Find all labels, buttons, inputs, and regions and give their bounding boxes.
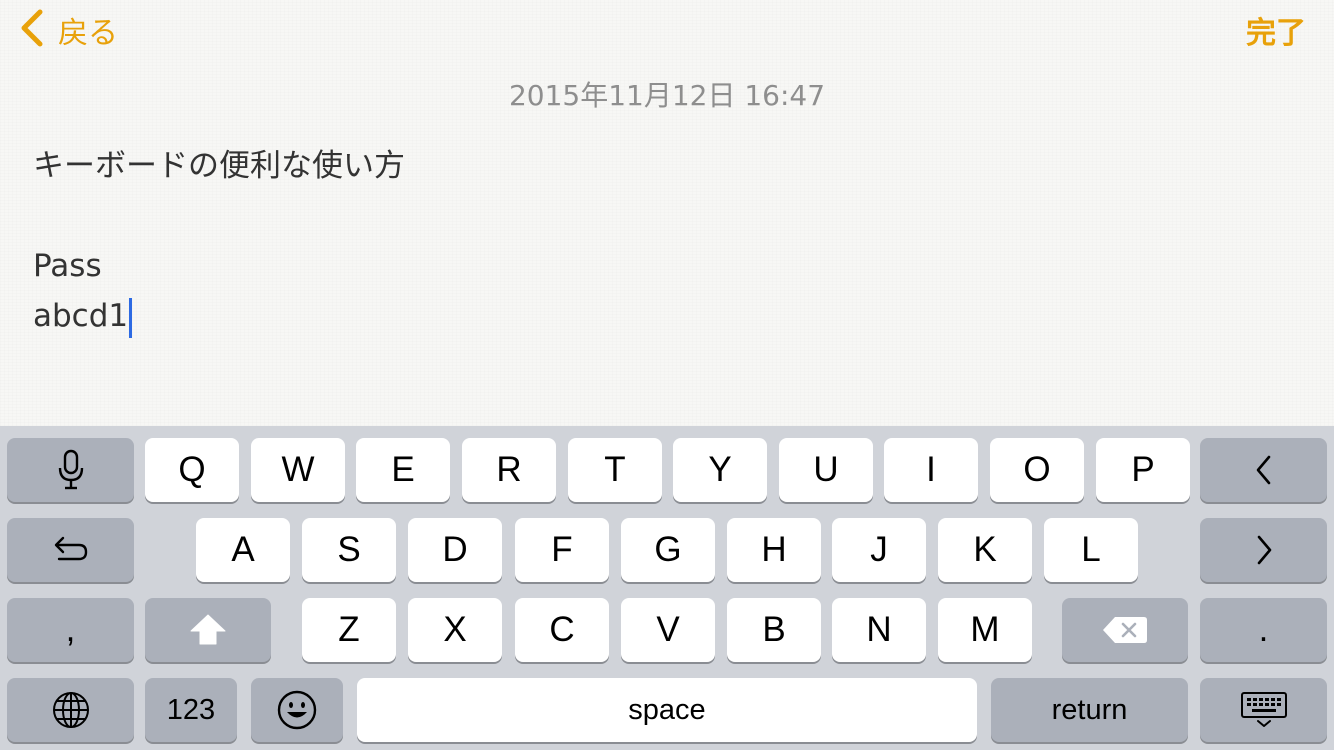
numbers-key[interactable]: 123: [145, 678, 237, 742]
key-s[interactable]: S: [302, 518, 396, 582]
cursor-right-key[interactable]: [1200, 518, 1327, 582]
key-u[interactable]: U: [779, 438, 873, 502]
space-key[interactable]: space: [357, 678, 977, 742]
text-caret: [129, 297, 133, 338]
note-line-title: キーボードの便利な使い方: [33, 148, 405, 184]
key-i[interactable]: I: [884, 438, 978, 502]
key-label: 123: [166, 693, 216, 726]
key-n[interactable]: N: [832, 598, 926, 662]
key-label: F: [551, 530, 573, 569]
key-label: I: [926, 450, 936, 489]
key-label: U: [813, 450, 839, 489]
microphone-icon: [56, 448, 86, 492]
key-t[interactable]: T: [568, 438, 662, 502]
key-f[interactable]: F: [515, 518, 609, 582]
back-button-label: 戻る: [58, 16, 118, 51]
emoji-key[interactable]: [251, 678, 343, 742]
backspace-icon: [1101, 614, 1149, 646]
chevron-right-icon: [1252, 533, 1276, 567]
key-k[interactable]: K: [938, 518, 1032, 582]
key-z[interactable]: Z: [302, 598, 396, 662]
key-y[interactable]: Y: [673, 438, 767, 502]
chevron-left-icon: [1252, 453, 1276, 487]
key-d[interactable]: D: [408, 518, 502, 582]
key-l[interactable]: L: [1044, 518, 1138, 582]
note-line-current: abcd1: [33, 292, 405, 342]
return-key[interactable]: return: [991, 678, 1188, 742]
undo-key[interactable]: [7, 518, 134, 582]
note-area[interactable]: 戻る 完了 2015年11月12日 16:47 キーボードの便利な使い方 Pas…: [0, 0, 1334, 426]
key-label: S: [337, 530, 361, 569]
key-label: V: [656, 610, 680, 649]
key-w[interactable]: W: [251, 438, 345, 502]
globe-icon: [51, 690, 91, 730]
key-o[interactable]: O: [990, 438, 1084, 502]
key-label: H: [761, 530, 787, 569]
key-label: return: [1051, 693, 1128, 726]
done-button[interactable]: 完了: [1246, 8, 1306, 52]
backspace-key[interactable]: [1062, 598, 1188, 662]
key-r[interactable]: R: [462, 438, 556, 502]
note-line: Pass: [33, 248, 102, 284]
globe-key[interactable]: [7, 678, 134, 742]
note-line-blank: [33, 192, 405, 242]
key-a[interactable]: A: [196, 518, 290, 582]
key-label: .: [1258, 610, 1269, 649]
dictation-key[interactable]: [7, 438, 134, 502]
key-m[interactable]: M: [938, 598, 1032, 662]
comma-key[interactable]: ,: [7, 598, 134, 662]
back-button[interactable]: 戻る: [18, 8, 118, 52]
key-label: Y: [708, 450, 732, 489]
key-x[interactable]: X: [408, 598, 502, 662]
cursor-left-key[interactable]: [1200, 438, 1327, 502]
key-label: N: [866, 610, 892, 649]
key-g[interactable]: G: [621, 518, 715, 582]
key-label: G: [654, 530, 682, 569]
key-label: Q: [178, 450, 206, 489]
key-label: O: [1023, 450, 1051, 489]
key-label: J: [870, 530, 888, 569]
key-b[interactable]: B: [727, 598, 821, 662]
key-h[interactable]: H: [727, 518, 821, 582]
key-label: X: [443, 610, 467, 649]
chevron-left-icon: [18, 8, 48, 53]
note-line-text: abcd1: [33, 298, 129, 334]
key-label: E: [391, 450, 415, 489]
shift-key[interactable]: [145, 598, 271, 662]
key-label: M: [970, 610, 1000, 649]
key-label: L: [1081, 530, 1101, 569]
key-label: W: [281, 450, 315, 489]
dismiss-keyboard-key[interactable]: [1200, 678, 1327, 742]
key-label: K: [973, 530, 997, 569]
key-e[interactable]: E: [356, 438, 450, 502]
note-body[interactable]: キーボードの便利な使い方 Pass abcd1: [33, 142, 405, 342]
key-label: D: [442, 530, 468, 569]
key-q[interactable]: Q: [145, 438, 239, 502]
key-label: B: [762, 610, 786, 649]
keyboard-dismiss-icon: [1239, 691, 1289, 729]
key-label: Z: [338, 610, 360, 649]
key-j[interactable]: J: [832, 518, 926, 582]
period-key[interactable]: .: [1200, 598, 1327, 662]
keyboard: Q W E R T Y U I O P A S D F G H J K L ,: [0, 426, 1334, 750]
key-c[interactable]: C: [515, 598, 609, 662]
key-label: A: [231, 530, 255, 569]
undo-arrow-icon: [51, 534, 91, 566]
note-timestamp: 2015年11月12日 16:47: [508, 79, 826, 112]
key-label: C: [549, 610, 575, 649]
key-label: P: [1131, 450, 1155, 489]
key-label: space: [628, 693, 706, 726]
key-label: R: [496, 450, 522, 489]
emoji-smiley-icon: [276, 689, 318, 731]
key-label: T: [604, 450, 626, 489]
shift-arrow-icon: [188, 612, 228, 648]
key-p[interactable]: P: [1096, 438, 1190, 502]
key-label: ,: [65, 610, 76, 649]
key-v[interactable]: V: [621, 598, 715, 662]
